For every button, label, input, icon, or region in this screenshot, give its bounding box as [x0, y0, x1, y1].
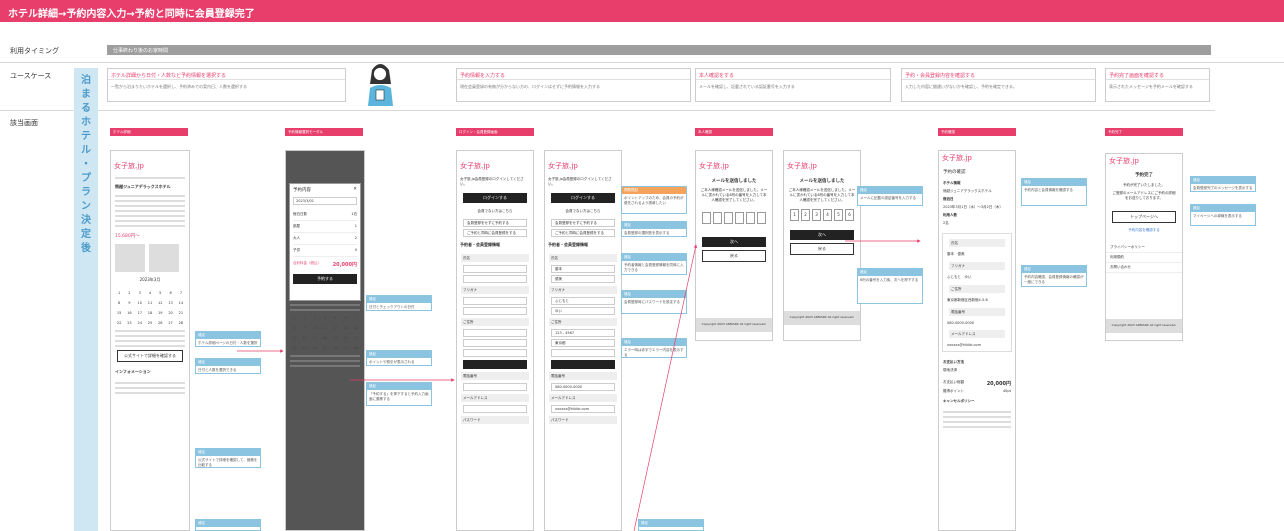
flow-arrow — [633, 244, 698, 531]
flow-arrows — [237, 239, 921, 531]
